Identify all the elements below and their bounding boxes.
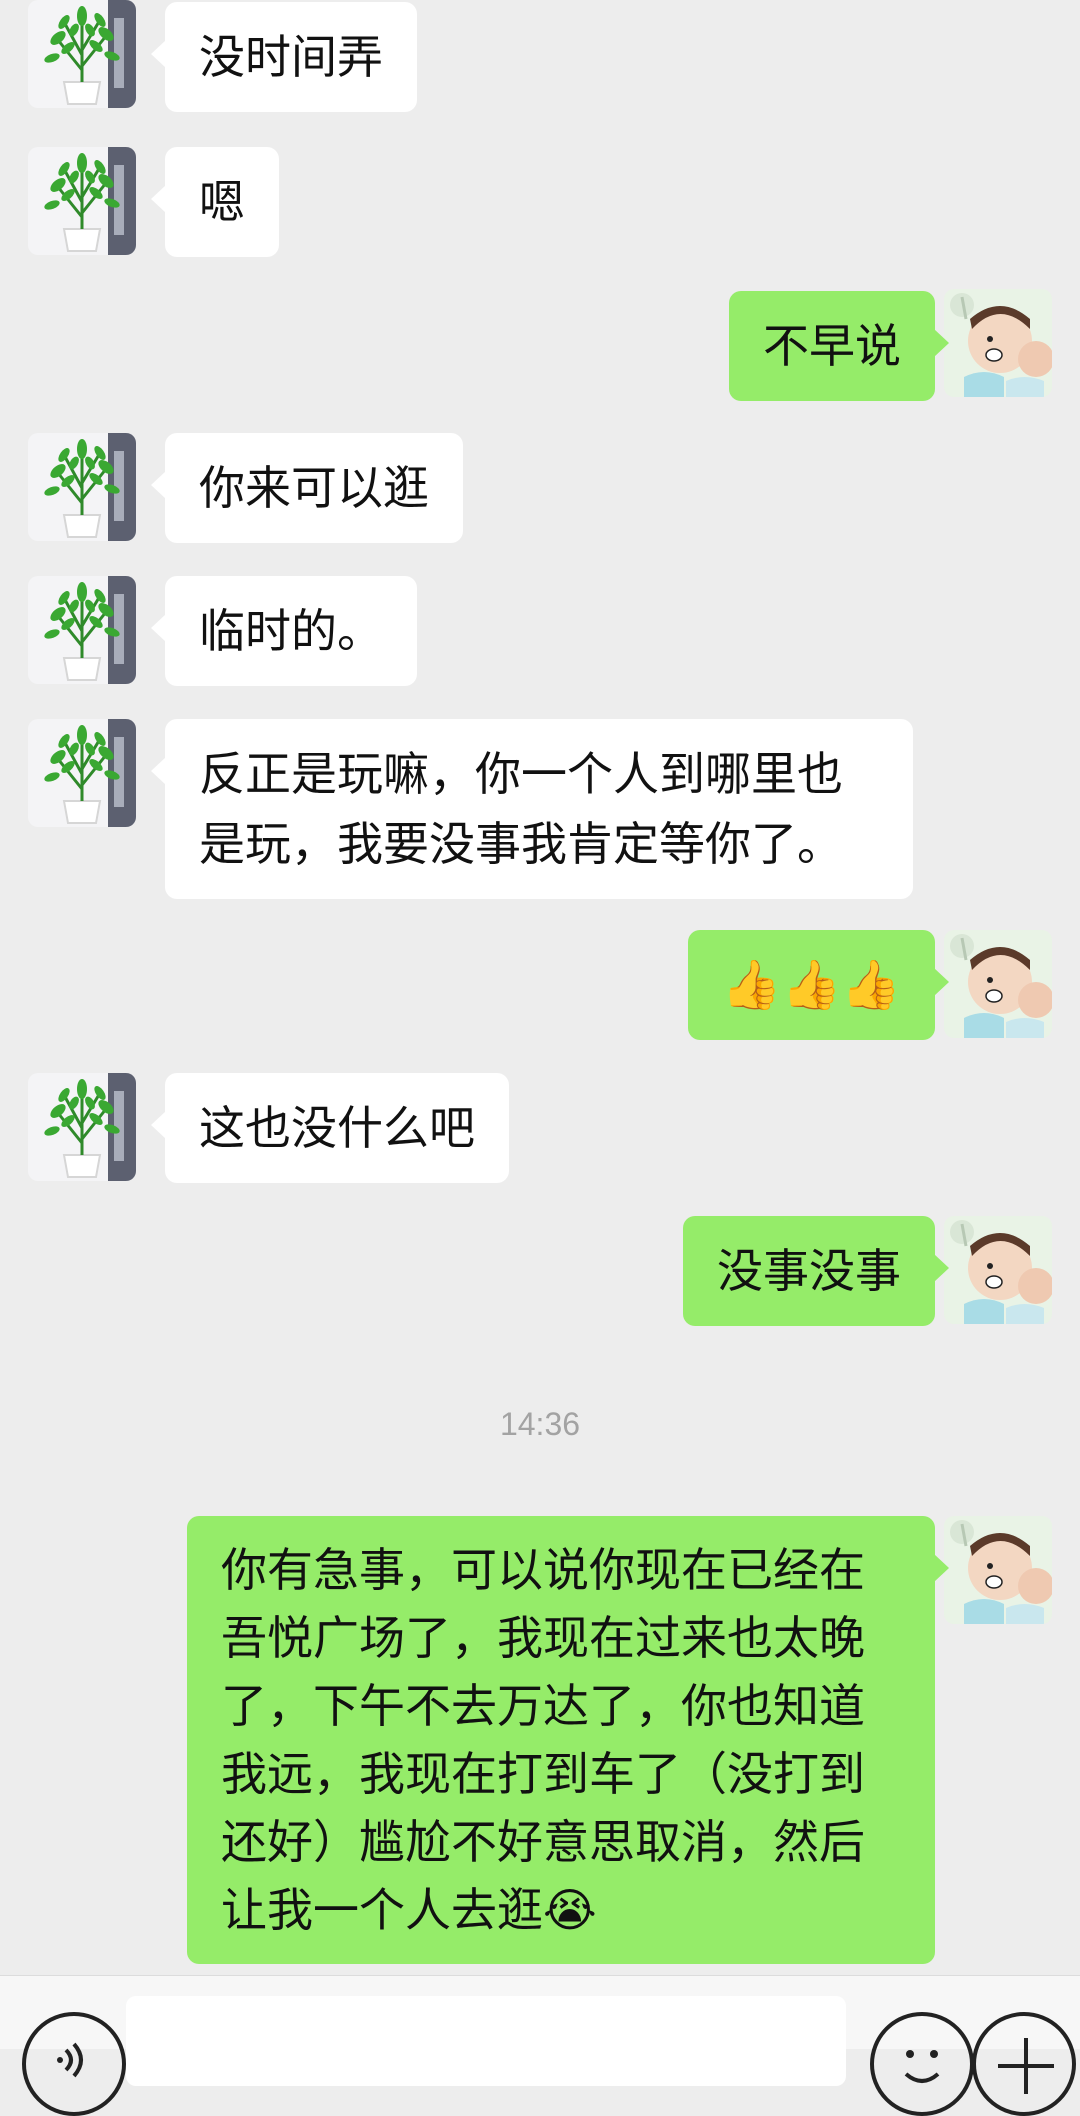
self-avatar[interactable]	[944, 1516, 1052, 1624]
chat-area[interactable]: 没时间弄 嗯 不早说 你来可以逛 临时的。 反正是玩嘛，你一个人到哪里也是玩，我…	[0, 0, 1080, 1975]
message-bubble-outgoing[interactable]: 不早说	[729, 291, 949, 401]
emoji-icon[interactable]	[870, 2012, 974, 2116]
contact-avatar[interactable]	[28, 719, 136, 827]
contact-avatar[interactable]	[28, 1073, 136, 1181]
message-bubble-incoming[interactable]: 临时的。	[151, 576, 417, 686]
message-bubble-incoming[interactable]: 这也没什么吧	[151, 1073, 509, 1183]
self-avatar[interactable]	[944, 289, 1052, 397]
message-bubble-outgoing[interactable]: 👍👍👍	[687, 930, 950, 1040]
contact-avatar[interactable]	[28, 0, 136, 108]
voice-icon[interactable]	[22, 2012, 126, 2116]
time-divider: 14:36	[499, 1406, 581, 1442]
plus-icon[interactable]	[972, 2012, 1076, 2116]
message-input[interactable]	[126, 1996, 846, 2086]
message-bubble-incoming[interactable]: 你来可以逛	[151, 433, 463, 543]
message-bubble-outgoing[interactable]: 没事没事	[683, 1216, 949, 1326]
message-bubble-incoming[interactable]: 嗯	[151, 147, 279, 257]
message-bubble-incoming[interactable]: 没时间弄	[151, 2, 417, 112]
message-bubble-incoming[interactable]: 反正是玩嘛，你一个人到哪里也是玩，我要没事我肯定等你了。	[151, 719, 913, 899]
contact-avatar[interactable]	[28, 147, 136, 255]
contact-avatar[interactable]	[28, 576, 136, 684]
self-avatar[interactable]	[944, 930, 1052, 1038]
input-bar	[0, 1975, 1080, 2116]
contact-avatar[interactable]	[28, 433, 136, 541]
message-bubble-outgoing[interactable]: 你有急事，可以说你现在已经在吾悦广场了，我现在过来也太晚了，下午不去万达了，你也…	[187, 1516, 949, 1964]
self-avatar[interactable]	[944, 1216, 1052, 1324]
